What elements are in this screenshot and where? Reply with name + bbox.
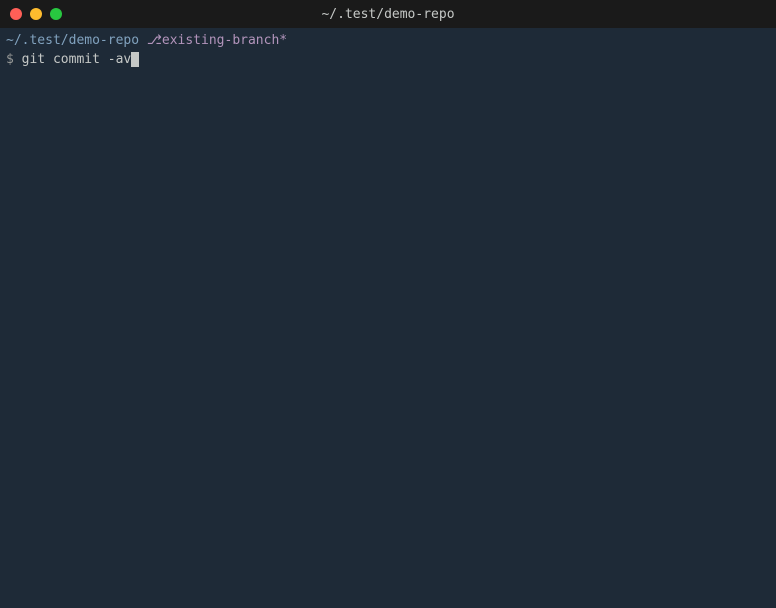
prompt-input-line[interactable]: $ git commit -av [6,51,770,69]
close-icon[interactable] [10,8,22,20]
window-titlebar: ~/.test/demo-repo [0,0,776,28]
command-input[interactable]: git commit -av [14,51,131,69]
command-text: git commit -av [22,52,132,67]
prompt-cwd: ~/.test/demo-repo [6,33,139,48]
terminal-body[interactable]: ~/.test/demo-repo ⎇existing-branch* $ gi… [0,28,776,73]
window-title: ~/.test/demo-repo [321,7,454,22]
prompt-context-line: ~/.test/demo-repo ⎇existing-branch* [6,32,770,50]
minimize-icon[interactable] [30,8,42,20]
traffic-lights [10,8,62,20]
branch-icon: ⎇ [147,33,162,48]
zoom-icon[interactable] [50,8,62,20]
prompt-branch: existing-branch* [162,33,287,48]
prompt-symbol: $ [6,51,14,69]
cursor-icon [131,52,139,67]
